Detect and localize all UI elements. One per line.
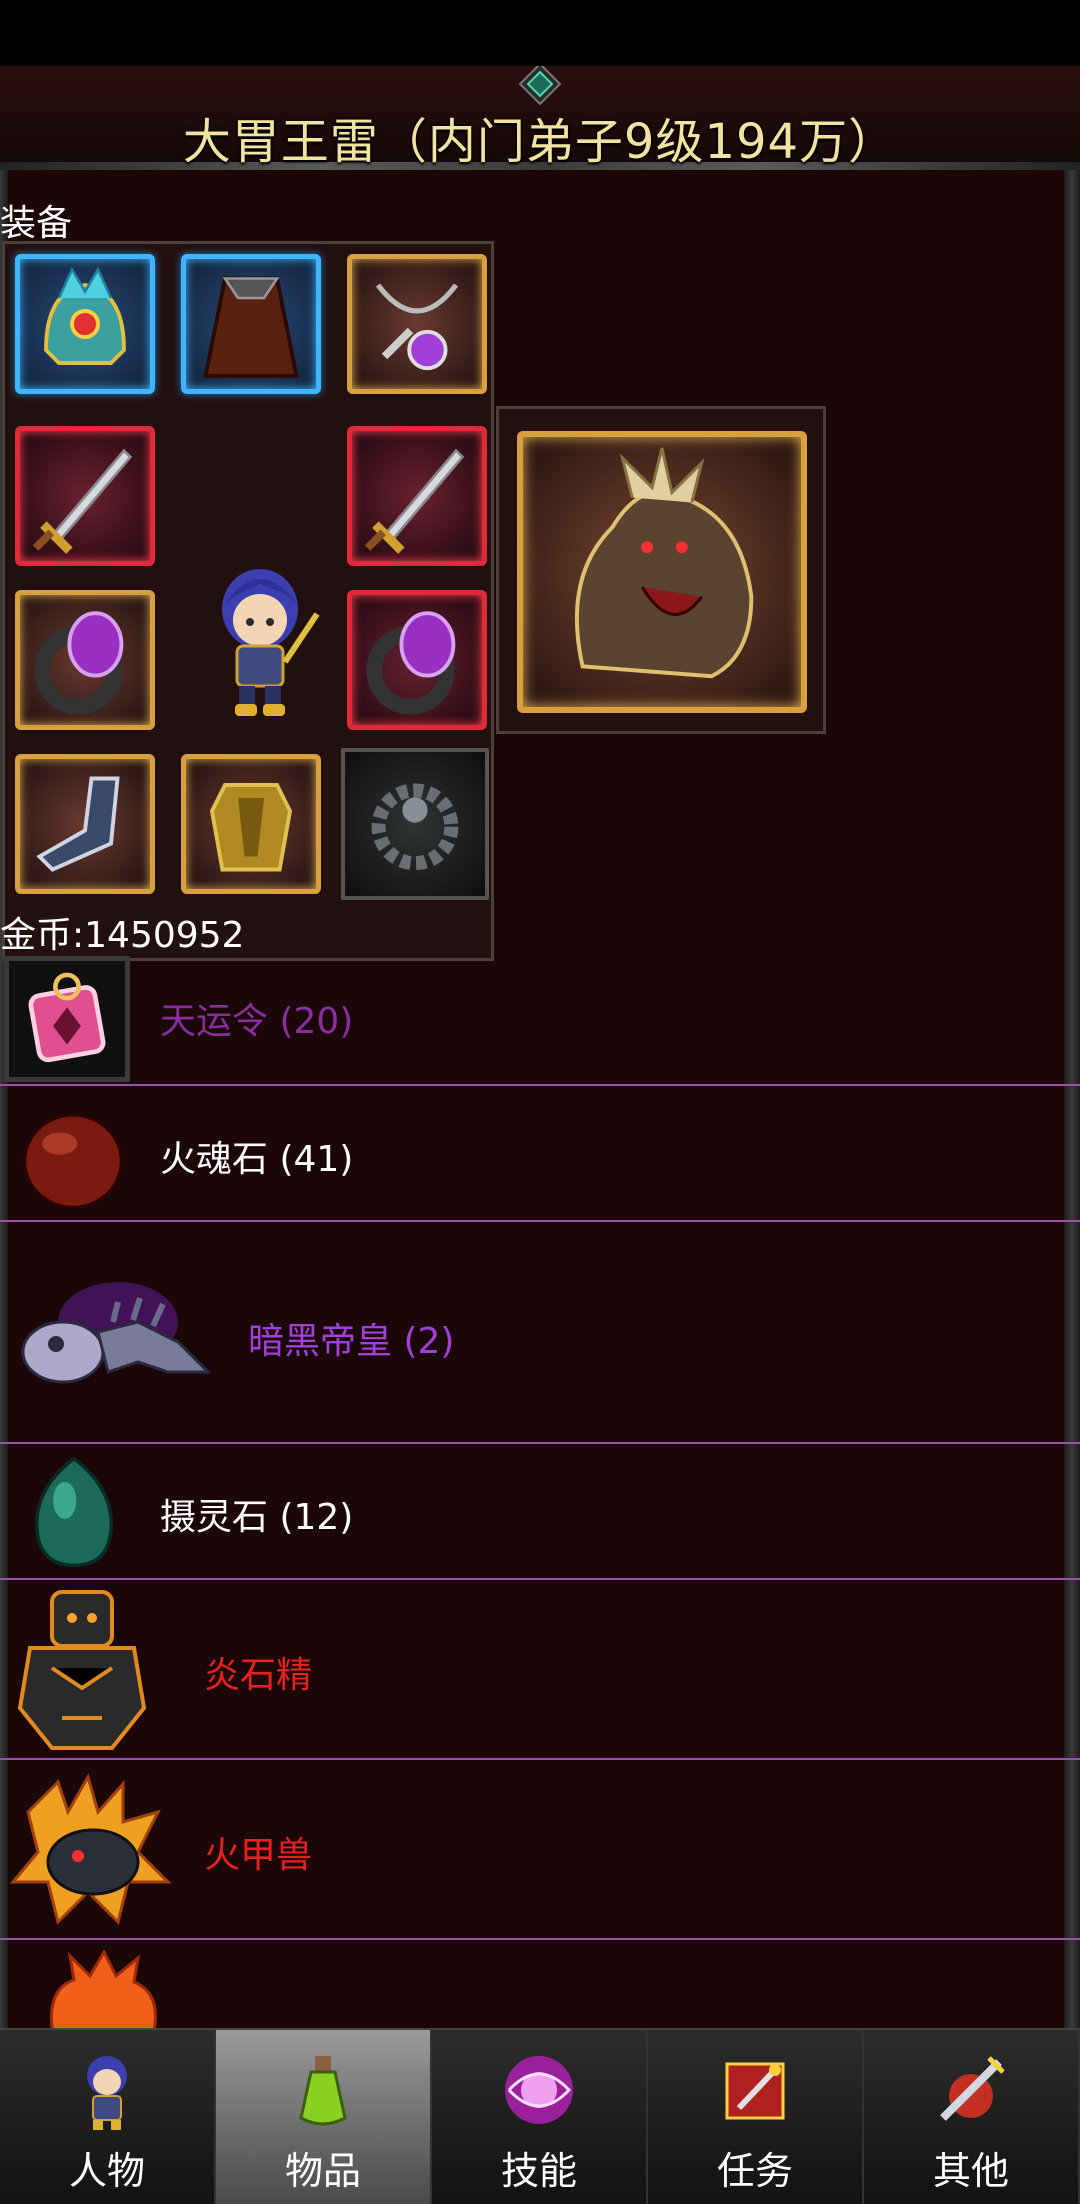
weapon-slot-right[interactable] (347, 426, 487, 566)
mount-slot-frame (496, 406, 826, 734)
pendant-icon (375, 283, 459, 371)
tab-label: 物品 (284, 2149, 361, 2193)
sword-icon (364, 448, 465, 554)
tab-items[interactable]: 物品 (216, 2030, 432, 2204)
fire-spirit-icon (50, 1950, 157, 2028)
item-name: 摄灵石 (12) (160, 1497, 354, 1538)
helmet-slot[interactable] (15, 254, 155, 394)
sword-icon (32, 448, 133, 554)
equipment-panel (2, 241, 494, 961)
bracelet-slot[interactable] (341, 748, 489, 900)
mount-slot[interactable] (517, 431, 807, 713)
list-item[interactable] (0, 1940, 1080, 2028)
boots-icon (36, 776, 120, 872)
item-name: 炎石精 (204, 1655, 313, 1696)
list-item[interactable]: 暗黑帝皇 (2) (0, 1222, 1080, 1444)
necklace-slot[interactable] (347, 254, 487, 394)
ring-icon (366, 611, 456, 715)
gold-amount: 金币:1450952 (0, 915, 245, 956)
item-label: 暗黑帝皇 (2) (248, 1312, 454, 1364)
tab-quests[interactable]: 任务 (648, 2030, 864, 2204)
tab-character[interactable]: 人物 (0, 2030, 216, 2204)
tab-label: 其他 (932, 2149, 1009, 2193)
potion-icon (299, 2056, 347, 2126)
ring-slot-right[interactable] (347, 590, 487, 730)
green-stone-icon (35, 1456, 113, 1568)
item-name: 暗黑帝皇 (2) (248, 1321, 455, 1362)
equipment-label: 装备 (0, 203, 73, 244)
status-bar (0, 0, 1080, 66)
helmet-icon (44, 266, 126, 365)
character-icon (87, 2056, 127, 2130)
list-item[interactable]: 摄灵石 (12) (0, 1444, 1080, 1580)
ring-slot-left[interactable] (15, 590, 155, 730)
inventory-screen: 大胃王雷（内门弟子9级194万） 装备 金币:1450952 天运令 (20) … (0, 66, 1080, 2028)
item-label: 火甲兽 (204, 1826, 312, 1878)
ring-icon (34, 611, 124, 715)
bottom-tab-bar: 人物 物品 技能 任务 其他 (0, 2028, 1080, 2204)
tab-skills[interactable]: 技能 (432, 2030, 648, 2204)
dark-beast-icon (21, 1282, 212, 1384)
tab-other[interactable]: 其他 (864, 2030, 1080, 2204)
tab-label: 人物 (68, 2149, 145, 2193)
boots-slot[interactable] (15, 754, 155, 894)
talisman-icon (28, 972, 106, 1063)
cape-icon (203, 276, 299, 378)
red-stone-icon (22, 1113, 124, 1210)
cape-slot[interactable] (181, 254, 321, 394)
item-name: 天运令 (20) (160, 1001, 354, 1042)
skill-orb-icon (505, 2056, 573, 2124)
item-label: 摄灵石 (12) (160, 1488, 353, 1540)
armor-icon (209, 783, 293, 872)
armor-slot[interactable] (181, 754, 321, 894)
dark-dragon-mount-icon (574, 447, 754, 679)
bead-bracelet-icon (371, 783, 459, 871)
rock-golem-icon (17, 1590, 147, 1750)
title-bar: 大胃王雷（内门弟子9级194万） (0, 66, 1080, 170)
item-icon-frame (4, 956, 130, 1082)
tab-label: 技能 (500, 2149, 577, 2193)
list-item[interactable]: 火甲兽 (0, 1760, 1080, 1940)
quest-icon (725, 2062, 785, 2120)
page-title: 大胃王雷（内门弟子9级194万） (182, 114, 898, 170)
gem-ornament-icon (518, 66, 562, 106)
tab-label: 任务 (716, 2149, 793, 2193)
item-label: 天运令 (20) (160, 992, 353, 1044)
other-icon (940, 2056, 1005, 2121)
item-name: 火魂石 (41) (160, 1139, 354, 1180)
weapon-slot-left[interactable] (15, 426, 155, 566)
item-label: 火魂石 (41) (160, 1130, 353, 1182)
hero-avatar (222, 569, 320, 716)
item-name: 火甲兽 (204, 1835, 313, 1876)
list-item[interactable]: 天运令 (20) (0, 952, 1080, 1086)
item-label: 炎石精 (204, 1646, 312, 1698)
list-item[interactable]: 火魂石 (41) (0, 1086, 1080, 1222)
list-item[interactable]: 炎石精 (0, 1580, 1080, 1760)
fire-dragon-icon (9, 1773, 172, 1925)
